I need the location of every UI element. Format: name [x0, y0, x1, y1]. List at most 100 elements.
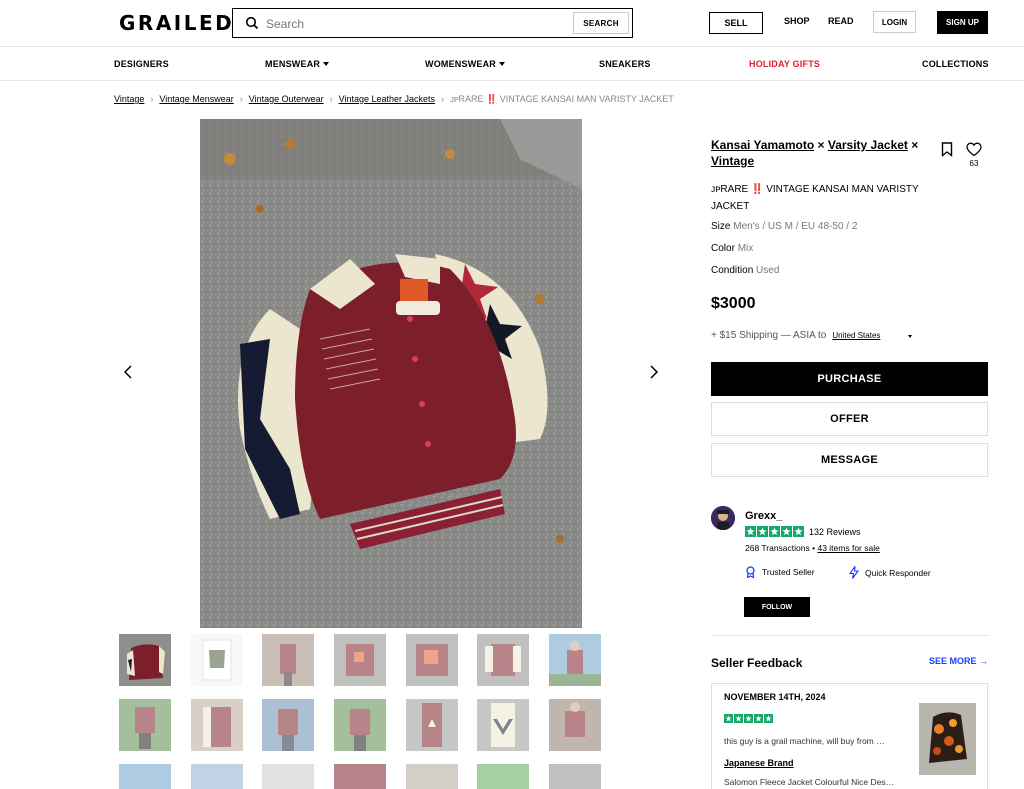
- thumbnail[interactable]: [477, 634, 529, 686]
- seller-rating: [745, 526, 804, 537]
- thumbnail-image: [485, 644, 521, 676]
- breadcrumb-vintage-outerwear[interactable]: Vintage Outerwear: [249, 94, 324, 104]
- see-more-link[interactable]: SEE MORE →: [929, 656, 988, 666]
- sell-button[interactable]: SELL: [709, 12, 763, 34]
- thumbnail[interactable]: [406, 634, 458, 686]
- size-label: Size: [711, 221, 731, 232]
- designer-link-kansai[interactable]: Kansai Yamamoto: [711, 138, 814, 152]
- thumbnail[interactable]: [406, 699, 458, 751]
- thumbnail[interactable]: [119, 699, 171, 751]
- designer-link-vintage[interactable]: Vintage: [711, 154, 754, 168]
- offer-button[interactable]: OFFER: [711, 402, 988, 436]
- nav-sneakers-label: SNEAKERS: [599, 59, 651, 69]
- signup-button[interactable]: SIGN UP: [937, 11, 988, 34]
- thumbnail-image: [202, 639, 232, 681]
- star-icon: [781, 526, 792, 537]
- thumbnail-image: [549, 641, 601, 686]
- star-icon: [744, 714, 753, 723]
- thumbnail-image: [565, 702, 585, 737]
- feedback-item-image[interactable]: [919, 703, 976, 775]
- nav-womenswear-label: WOMENSWEAR: [425, 59, 496, 69]
- thumbnail-image: [135, 707, 155, 749]
- breadcrumb-vintage-menswear[interactable]: Vintage Menswear: [159, 94, 233, 104]
- star-icon: [769, 526, 780, 537]
- size-row: Size Men's / US M / EU 48-50 / 2: [711, 221, 857, 232]
- color-value: Mix: [737, 243, 754, 254]
- nav-designers-label: DESIGNERS: [114, 59, 169, 69]
- chevron-left-icon[interactable]: [121, 363, 135, 381]
- thumbnail[interactable]: [549, 699, 601, 751]
- quick-label: Quick Responder: [865, 567, 931, 578]
- nav-collections[interactable]: COLLECTIONS: [922, 59, 989, 69]
- product-name: ᴊᴘRARE ‼️ VINTAGE KANSAI MAN VARISTY JAC…: [711, 184, 919, 212]
- thumbnail[interactable]: [262, 699, 314, 751]
- message-button[interactable]: MESSAGE: [711, 443, 988, 477]
- breadcrumb-vintage-leather-jackets[interactable]: Vintage Leather Jackets: [339, 94, 435, 104]
- thumbnail[interactable]: [406, 764, 458, 789]
- avatar-image: [711, 506, 735, 530]
- category-nav: DESIGNERS MENSWEAR WOMENSWEAR SNEAKERS H…: [0, 48, 1024, 81]
- thumbnail[interactable]: [477, 699, 529, 751]
- seller-avatar[interactable]: [711, 506, 735, 530]
- search-input[interactable]: [266, 15, 566, 33]
- chevron-right-icon[interactable]: [647, 363, 661, 381]
- nav-designers[interactable]: DESIGNERS: [114, 59, 169, 69]
- thumbnail[interactable]: [334, 634, 386, 686]
- nav-sneakers[interactable]: SNEAKERS: [599, 59, 651, 69]
- thumbnail-image: [422, 703, 442, 747]
- seller-name[interactable]: Grexx_: [745, 510, 782, 522]
- thumbnail-image: [278, 709, 298, 751]
- breadcrumb-vintage[interactable]: Vintage: [114, 94, 144, 104]
- thumbnail[interactable]: [262, 764, 314, 789]
- jacket-photo: [200, 119, 582, 628]
- thumbnail[interactable]: [191, 699, 243, 751]
- search-icon: [245, 16, 259, 30]
- seller-stats: 268 Transactions • 43 items for sale: [745, 543, 880, 553]
- nav-menswear[interactable]: MENSWEAR: [265, 59, 330, 69]
- search-button[interactable]: SEARCH: [573, 12, 629, 34]
- thumbnail[interactable]: [549, 764, 601, 789]
- thumbnail[interactable]: [334, 764, 386, 789]
- grailed-logo[interactable]: GRAILED: [119, 11, 234, 35]
- thumbnail[interactable]: [477, 764, 529, 789]
- thumbnail-image: [491, 703, 515, 747]
- items-for-sale-link[interactable]: 43 items for sale: [817, 543, 879, 553]
- caret-down-icon: [323, 62, 330, 66]
- thumbnail[interactable]: [119, 634, 171, 686]
- caret-down-icon[interactable]: [908, 335, 912, 338]
- nav-menswear-label: MENSWEAR: [265, 59, 321, 69]
- thumbnail[interactable]: [119, 764, 171, 789]
- transaction-count: 268 Transactions: [745, 543, 810, 553]
- thumbnail[interactable]: [334, 699, 386, 751]
- caret-down-icon: [499, 62, 505, 66]
- thumbnail[interactable]: [191, 764, 243, 789]
- nav-womenswear[interactable]: WOMENSWEAR: [425, 59, 505, 69]
- thumbnail[interactable]: [191, 634, 243, 686]
- review-count[interactable]: 132 Reviews: [809, 527, 861, 537]
- divider: [711, 635, 988, 636]
- star-icon: [754, 714, 763, 723]
- nav-holiday-gifts[interactable]: HOLIDAY GIFTS: [749, 59, 820, 69]
- color-row: Color Mix: [711, 243, 753, 254]
- heart-icon[interactable]: [966, 142, 982, 157]
- search-bar[interactable]: SEARCH: [232, 8, 633, 38]
- site-header: GRAILED SEARCH SELL SHOP READ LOGIN SIGN…: [0, 0, 1024, 47]
- login-button[interactable]: LOGIN: [873, 11, 916, 33]
- thumbnail[interactable]: [549, 634, 601, 686]
- read-link[interactable]: READ: [828, 16, 854, 26]
- feedback-card[interactable]: NOVEMBER 14TH, 2024 this guy is a grail …: [711, 683, 988, 789]
- size-value: Men's / US M / EU 48-50 / 2: [733, 221, 858, 232]
- thumbnail[interactable]: [262, 634, 314, 686]
- breadcrumb-current: ᴊᴘRARE ‼️ VINTAGE KANSAI MAN VARISTY JAC…: [450, 94, 674, 104]
- purchase-button[interactable]: PURCHASE: [711, 362, 988, 396]
- follow-button[interactable]: FOLLOW: [744, 597, 810, 617]
- shop-link[interactable]: SHOP: [784, 16, 810, 26]
- feedback-rating: [724, 714, 773, 723]
- designer-link-varsity[interactable]: Varsity Jacket: [828, 138, 908, 152]
- bookmark-icon[interactable]: [941, 142, 953, 157]
- star-icon: [764, 714, 773, 723]
- product-main-image[interactable]: [200, 119, 582, 628]
- trusted-seller-badge: Trusted Seller: [745, 566, 815, 578]
- country-select[interactable]: United States: [832, 331, 880, 340]
- feedback-brand-link[interactable]: Japanese Brand: [724, 758, 794, 768]
